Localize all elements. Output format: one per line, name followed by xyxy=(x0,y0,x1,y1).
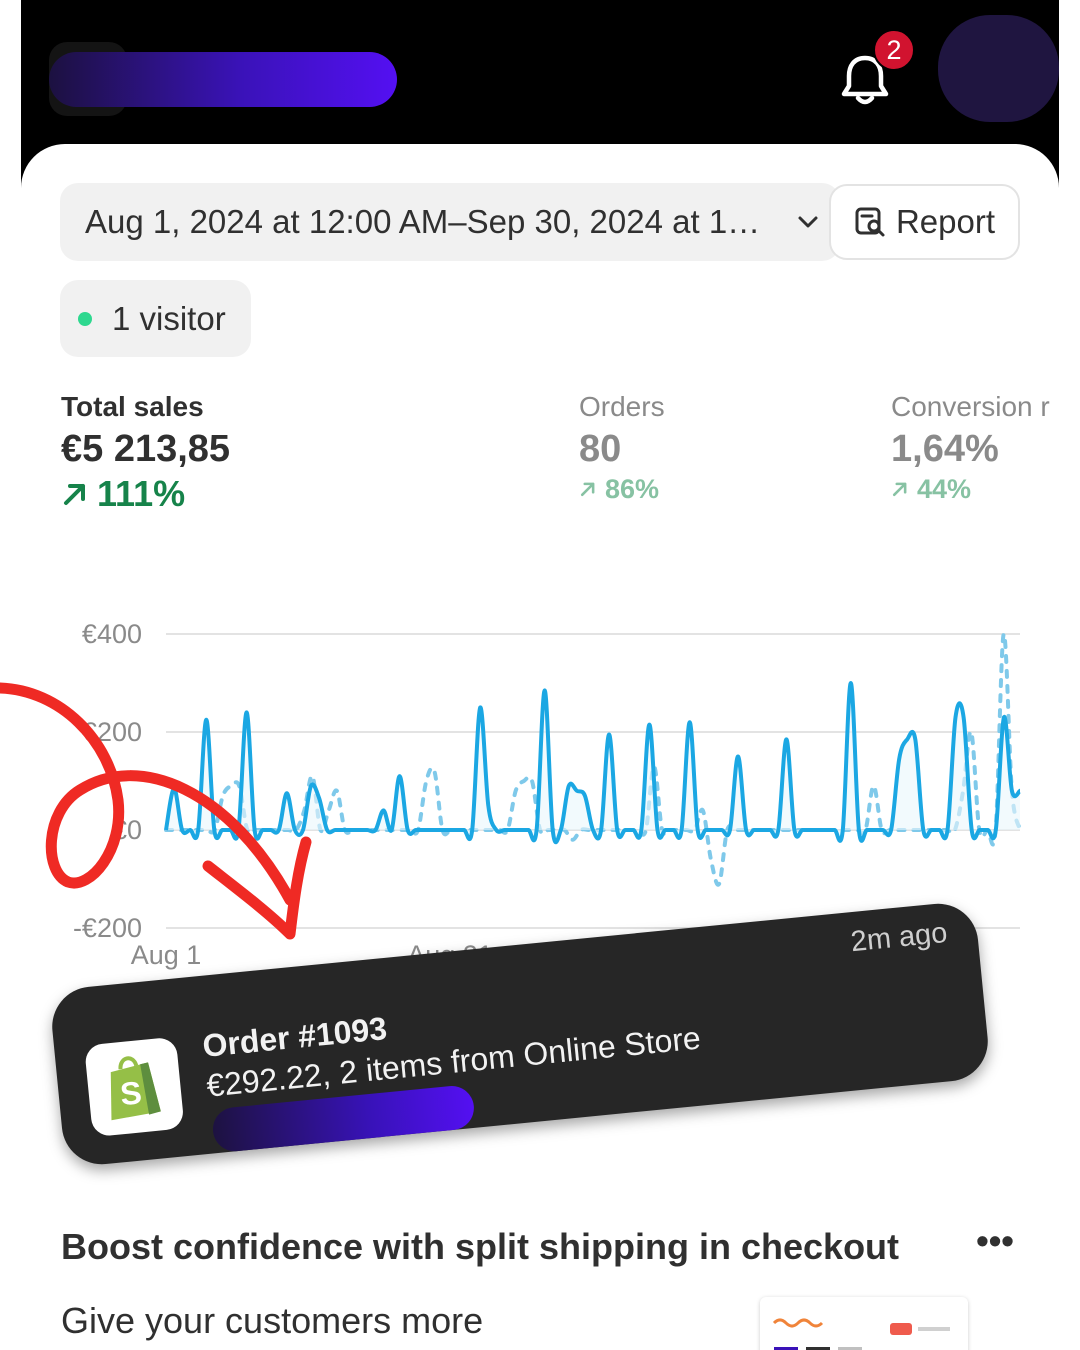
date-range-select[interactable]: Aug 1, 2024 at 12:00 AM–Sep 30, 2024 at … xyxy=(60,183,840,261)
dashboard-sheet: Aug 1, 2024 at 12:00 AM–Sep 30, 2024 at … xyxy=(21,144,1059,1350)
metric-change-value: 44% xyxy=(917,474,972,504)
report-button[interactable]: Report xyxy=(829,184,1020,260)
metric-conversion[interactable]: Conversion r 1,64% 44% xyxy=(891,390,1050,504)
report-label: Report xyxy=(895,203,996,240)
more-options-button[interactable]: ••• xyxy=(972,1223,1018,1266)
metric-change: 44% xyxy=(891,474,1050,504)
metric-value: 1,64% xyxy=(891,428,999,470)
promo-title: Boost confidence with split shipping in … xyxy=(61,1226,900,1267)
arrow-up-right-icon xyxy=(892,482,907,497)
metric-value: €5 213,85 xyxy=(61,428,231,470)
metric-total-sales[interactable]: Total sales €5 213,85 111% xyxy=(61,390,230,514)
visitor-count: 1 visitor xyxy=(112,299,226,337)
report-search-icon xyxy=(855,207,885,237)
promo-body: Give your customers more xyxy=(61,1300,484,1341)
svg-text:S: S xyxy=(119,1074,144,1112)
date-range-text: Aug 1, 2024 at 12:00 AM–Sep 30, 2024 at … xyxy=(85,203,761,240)
metric-change: 111% xyxy=(61,474,230,514)
metric-orders[interactable]: Orders 80 86% xyxy=(579,390,665,504)
arrow-up-right-icon xyxy=(580,482,595,497)
metric-value: 80 xyxy=(579,428,622,470)
notification-badge: 2 xyxy=(873,29,915,71)
live-status-dot xyxy=(78,311,92,326)
metric-change: 86% xyxy=(579,474,665,504)
metric-label: Orders xyxy=(579,391,665,422)
arrow-up-right-icon xyxy=(64,484,85,505)
metric-label: Total sales xyxy=(61,391,204,422)
metric-change-value: 111% xyxy=(97,473,186,514)
metric-label: Conversion r xyxy=(891,391,1050,422)
toast-timestamp: 2m ago xyxy=(849,916,949,959)
live-visitors-badge[interactable]: 1 visitor xyxy=(60,280,251,357)
store-name-redacted[interactable] xyxy=(49,52,397,107)
shopify-bag-icon: S xyxy=(84,1036,185,1138)
metric-change-value: 86% xyxy=(605,474,660,504)
avatar[interactable] xyxy=(938,15,1059,122)
promo-image xyxy=(760,1297,968,1350)
chevron-down-icon xyxy=(798,216,818,228)
